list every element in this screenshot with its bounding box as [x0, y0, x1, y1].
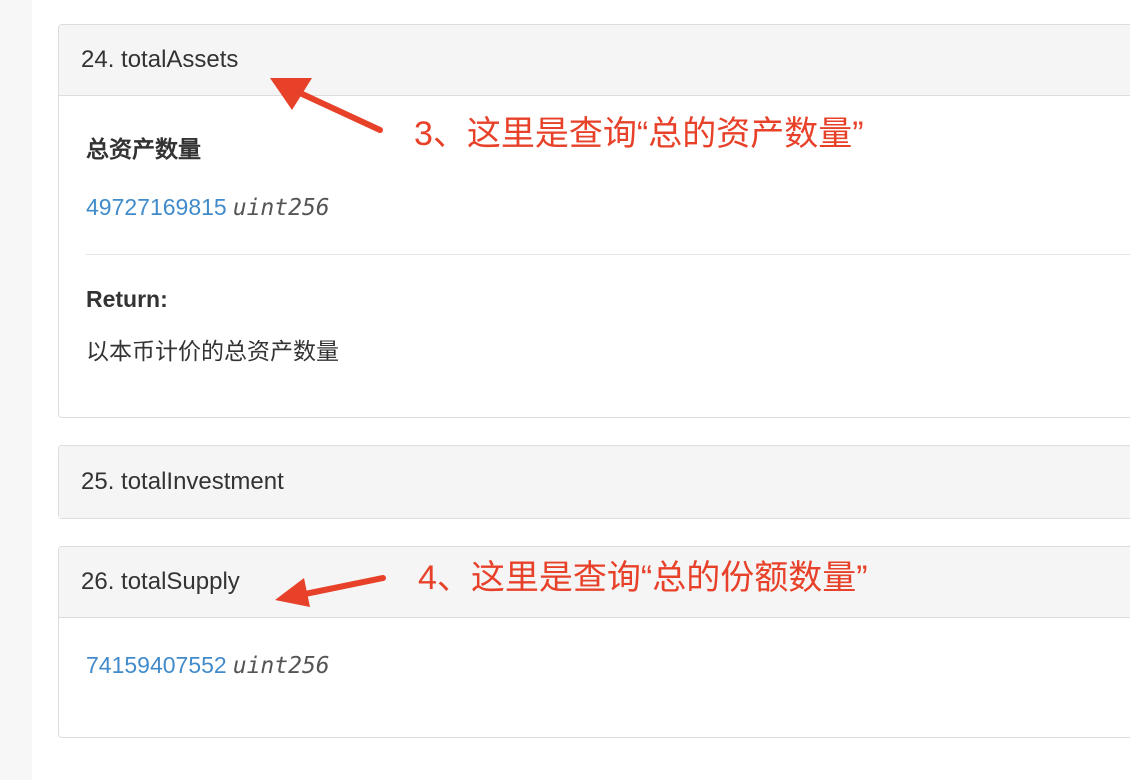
result-value-link[interactable]: 49727169815	[86, 194, 227, 220]
function-description: 总资产数量	[86, 136, 201, 162]
panel-total-assets: 24. totalAssets 总资产数量 49727169815 uint256…	[58, 24, 1130, 418]
result-line: 74159407552 uint256	[86, 652, 330, 679]
divider	[86, 254, 1130, 255]
page: 24. totalAssets 总资产数量 49727169815 uint256…	[0, 0, 1130, 780]
panel-heading-total-investment[interactable]: 25. totalInvestment	[59, 446, 1130, 518]
panel-heading-total-assets[interactable]: 24. totalAssets	[59, 25, 1130, 96]
return-description: 以本币计价的总资产数量	[86, 338, 339, 364]
annotation-total-supply: 4、这里是查询“总的份额数量”	[418, 559, 868, 597]
result-type: uint256	[232, 195, 330, 221]
result-value-link[interactable]: 74159407552	[86, 652, 227, 678]
result-line: 49727169815 uint256	[86, 194, 330, 221]
heading-label: 24. totalAssets	[81, 46, 239, 73]
heading-label: 25. totalInvestment	[81, 468, 284, 495]
result-type: uint256	[232, 653, 330, 679]
return-label: Return:	[86, 286, 168, 312]
panel-total-investment: 25. totalInvestment	[58, 445, 1130, 519]
heading-label: 26. totalSupply	[81, 568, 240, 595]
annotation-total-assets: 3、这里是查询“总的资产数量”	[414, 115, 864, 153]
